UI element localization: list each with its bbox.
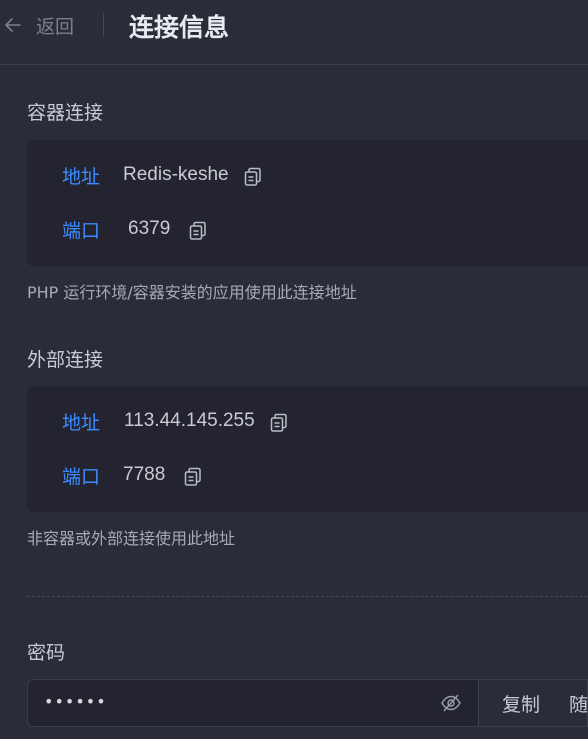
external-port-label: 端口 xyxy=(62,465,101,488)
container-connection-card: 地址 Redis-keshe 端口 6379 xyxy=(27,140,588,266)
container-port-label: 端口 xyxy=(62,219,101,242)
container-connection-title: 容器连接 xyxy=(27,102,104,124)
password-label: 密码 xyxy=(27,642,66,664)
section-divider xyxy=(27,596,588,597)
back-label: 返回 xyxy=(36,15,75,38)
external-port-row: 端口 7788 xyxy=(62,460,203,490)
container-port-row: 端口 6379 xyxy=(62,214,208,244)
copy-password-button[interactable]: 复制 xyxy=(502,690,540,717)
external-connection-hint: 非容器或外部连接使用此地址 xyxy=(27,529,236,548)
container-connection-hint: PHP 运行环境/容器安装的应用使用此连接地址 xyxy=(27,283,357,302)
random-password-button[interactable]: 随 xyxy=(569,690,588,717)
password-input[interactable]: •••••• xyxy=(28,680,479,726)
external-address-label: 地址 xyxy=(62,411,101,434)
container-address-value: Redis-keshe xyxy=(123,164,229,185)
container-port-value: 6379 xyxy=(128,218,171,239)
external-address-row: 地址 113.44.145.255 xyxy=(62,406,289,436)
external-connection-card: 地址 113.44.145.255 端口 7788 xyxy=(27,386,588,512)
external-connection-title: 外部连接 xyxy=(27,349,104,371)
copy-icon[interactable] xyxy=(183,466,203,488)
arrow-left-icon xyxy=(2,14,24,36)
external-address-value: 113.44.145.255 xyxy=(124,410,255,431)
connection-info-page: 返回 连接信息 容器连接 地址 Redis-keshe 端口 6379 PHP … xyxy=(0,0,588,739)
copy-icon[interactable] xyxy=(269,412,289,434)
copy-icon[interactable] xyxy=(243,166,263,188)
password-field-group: •••••• 复制 随 xyxy=(27,679,588,727)
page-header: 返回 连接信息 xyxy=(0,0,588,65)
copy-icon[interactable] xyxy=(188,220,208,242)
external-port-value: 7788 xyxy=(123,464,166,485)
container-address-row: 地址 Redis-keshe xyxy=(62,160,263,190)
page-title: 连接信息 xyxy=(129,13,230,42)
back-button[interactable]: 返回 xyxy=(2,10,74,40)
container-address-label: 地址 xyxy=(62,165,101,188)
eye-off-icon[interactable] xyxy=(440,693,462,713)
header-divider xyxy=(103,13,104,37)
password-value: •••••• xyxy=(44,692,107,711)
